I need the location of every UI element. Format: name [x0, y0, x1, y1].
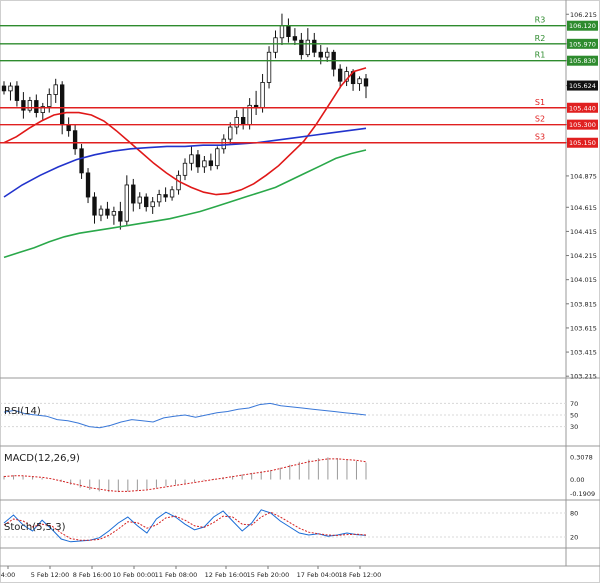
time-tick-label: 12 Feb 16:00 [205, 571, 248, 579]
chart-canvas: 106.215 105.970 105.830 105.624 105.440 105.3… [0, 0, 600, 583]
candle-body [292, 36, 298, 41]
price-tick-label: 104.415 [570, 228, 597, 236]
price-tick-label: 104.875 [570, 172, 597, 180]
level-price-tag-text: 105.830 [569, 57, 596, 65]
time-tick-label: 10 Feb 00:00 [113, 571, 156, 579]
time-tick-label: 8 Feb 16:00 [73, 571, 112, 579]
candle-body [72, 130, 78, 150]
candle-body [8, 85, 13, 92]
candle-body [21, 100, 26, 111]
candle-body [1, 85, 7, 92]
candle-body [144, 196, 149, 208]
stoch-title: Stoch(5,5,3) [4, 522, 66, 533]
candle-body [182, 162, 188, 176]
candle-body [260, 82, 265, 109]
rsi-tick-label: 30 [570, 423, 578, 431]
level-label-s3: S3 [535, 133, 545, 142]
candle-body [98, 208, 104, 216]
trading-chart: 106.215 105.970 105.830 105.624 105.440 105.3… [0, 0, 600, 583]
rsi-tick-label: 50 [570, 412, 578, 420]
candle-body [85, 172, 91, 198]
candle-body [53, 84, 58, 95]
candle-body [169, 189, 175, 198]
macd-tick-label: 0.3078 [570, 453, 593, 461]
price-tick-label: 103.815 [570, 300, 597, 308]
candle-body [66, 124, 71, 132]
price-tick-label: 104.215 [570, 252, 597, 260]
level-price-tag-text: 105.440 [569, 104, 596, 112]
time-tick-label: 17 Feb 04:00 [297, 571, 340, 579]
candle-body [357, 78, 362, 85]
candle-body [124, 184, 129, 222]
rsi-tick-label: 70 [570, 400, 578, 408]
candle-body [156, 194, 162, 203]
stoch-tick-label: 20 [570, 534, 578, 542]
level-price-tag-text: 105.150 [569, 139, 596, 147]
level-price-tag-text: 105.970 [569, 40, 596, 48]
level-label-r1: R1 [535, 51, 546, 60]
candle-body [27, 100, 33, 111]
candle-body [163, 194, 168, 198]
candle-body [34, 100, 39, 113]
price-tick-label: 106.215 [570, 11, 597, 19]
candle-body [234, 117, 239, 128]
rsi-line [3, 402, 367, 429]
candle-body [337, 68, 343, 82]
candle-body [60, 84, 65, 126]
level-label-r3: R3 [535, 16, 546, 25]
candle-body [208, 160, 214, 167]
candle-body [215, 148, 220, 167]
price-tick-label: 103.215 [570, 373, 597, 381]
price-tick-label: 104.015 [570, 276, 597, 284]
candle-body [137, 196, 142, 204]
macd-tick-label: -0.1909 [570, 490, 595, 498]
candle-body [241, 117, 246, 126]
candle-body [312, 39, 317, 53]
time-tick-label: 4:00 [1, 571, 16, 579]
price-tick-label: 103.615 [570, 324, 597, 332]
level-label-s2: S2 [535, 115, 545, 124]
time-tick-label: 11 Feb 08:00 [155, 571, 198, 579]
candle-body [299, 39, 304, 56]
candle-body [118, 211, 123, 222]
current-price-label: 105.624 [569, 82, 596, 90]
candle-body [195, 154, 201, 168]
candle-body [150, 201, 155, 208]
candle-body [305, 39, 310, 56]
candle-body [202, 160, 207, 168]
stoch-tick-label: 80 [570, 510, 578, 518]
candle-body [47, 94, 52, 107]
price-tick-label: 103.415 [570, 349, 597, 357]
candle-body [318, 51, 323, 58]
candle-body [228, 126, 233, 140]
rsi-title: RSI(14) [4, 406, 41, 417]
candle-body [266, 51, 272, 83]
time-tick-label: 15 Feb 20:00 [247, 571, 290, 579]
outer-frame [0, 0, 600, 583]
candle-body [79, 148, 84, 174]
candle-body [221, 138, 226, 150]
time-tick-label: 5 Feb 12:00 [31, 571, 70, 579]
price-tick-label: 104.615 [570, 204, 597, 212]
level-price-tag-text: 105.300 [569, 121, 596, 129]
level-price-tag-text: 106.120 [569, 22, 596, 30]
candle-body [105, 208, 110, 216]
time-tick-label: 18 Feb 12:00 [339, 571, 382, 579]
candle-body [279, 25, 285, 39]
macd-tick-label: 0.00 [570, 476, 584, 484]
level-label-s1: S1 [535, 98, 545, 107]
level-label-r2: R2 [535, 34, 546, 43]
candle-body [189, 154, 194, 164]
candle-body [286, 25, 291, 37]
candle-body [325, 51, 330, 58]
candle-body [111, 211, 117, 216]
macd-title: MACD(12,26,9) [4, 453, 80, 464]
candle-body [273, 37, 278, 53]
candle-body [92, 196, 97, 216]
candle-body [363, 78, 369, 87]
candle-body [131, 184, 136, 204]
candle-body [14, 85, 20, 101]
